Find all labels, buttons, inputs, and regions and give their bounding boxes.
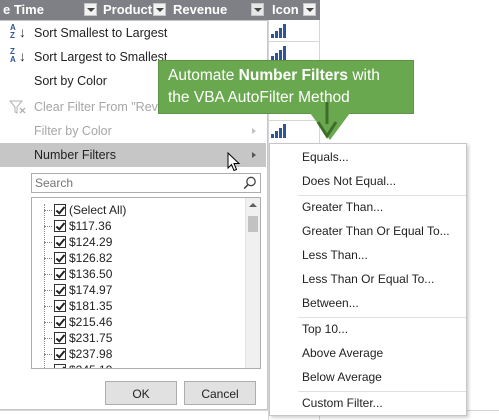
checkbox[interactable] (54, 252, 66, 264)
tree-connector (44, 354, 52, 355)
submenu-greater-than-or-equal[interactable]: Greater Than Or Equal To... (302, 220, 450, 242)
filter-dropdown-product[interactable] (153, 3, 166, 16)
submenu-top-10[interactable]: Top 10... (302, 318, 348, 340)
tree-connector (44, 306, 52, 307)
checkbox[interactable] (54, 284, 66, 296)
grid-line (268, 41, 320, 42)
submenu-equals[interactable]: Equals... (302, 146, 349, 168)
list-item-label: $136.50 (69, 267, 113, 281)
filter-dropdown-revenue[interactable] (251, 3, 264, 16)
checkbox[interactable] (54, 332, 66, 344)
table-header-row: e Time Product Revenue Icon (0, 0, 320, 20)
list-item-label: $117.36 (69, 219, 112, 233)
filter-dropdown-icon[interactable] (303, 3, 316, 16)
sort-descending-icon: Z A ↓ (10, 47, 26, 64)
submenu-above-average[interactable]: Above Average (302, 342, 383, 364)
checkbox[interactable] (54, 316, 66, 328)
tree-connector (44, 210, 52, 211)
tree-connector (44, 290, 52, 291)
tree-connector (44, 322, 52, 323)
submenu-less-than-or-equal[interactable]: Less Than Or Equal To... (302, 268, 434, 290)
search-field[interactable] (31, 173, 261, 193)
checkbox[interactable] (54, 348, 66, 360)
vertical-scrollbar[interactable] (245, 198, 260, 368)
tree-connector (44, 226, 52, 227)
submenu-does-not-equal[interactable]: Does Not Equal... (302, 170, 396, 192)
chevron-right-icon (252, 128, 256, 134)
search-input[interactable] (32, 174, 238, 192)
scroll-up-icon[interactable] (249, 203, 257, 207)
number-filters-submenu: Equals... Does Not Equal... Greater Than… (269, 143, 467, 416)
list-item-label: $231.75 (69, 331, 113, 345)
cancel-button[interactable]: Cancel (184, 381, 256, 405)
mouse-cursor-icon (227, 152, 241, 172)
checkbox[interactable] (54, 220, 66, 232)
list-item-label: $174.97 (69, 283, 113, 297)
list-item-label: $124.29 (69, 235, 113, 249)
checkbox[interactable] (54, 300, 66, 312)
checkbox[interactable] (54, 236, 66, 248)
clear-filter-icon (8, 100, 26, 114)
checkbox[interactable] (54, 204, 66, 216)
list-item-label: $181.35 (69, 299, 113, 313)
chevron-right-icon (252, 152, 256, 158)
checkbox[interactable] (54, 268, 66, 280)
sort-ascending-item[interactable]: A Z ↓ Sort Smallest to Largest (0, 21, 266, 45)
tree-connector (44, 338, 52, 339)
scroll-thumb[interactable] (248, 216, 258, 232)
submenu-below-average[interactable]: Below Average (302, 366, 382, 388)
submenu-custom-filter[interactable]: Custom Filter... (302, 392, 383, 414)
sparkline-icon (271, 24, 289, 38)
submenu-greater-than[interactable]: Greater Than... (302, 196, 383, 218)
sort-ascending-icon: A Z ↓ (10, 23, 26, 40)
search-icon[interactable] (243, 176, 257, 190)
filter-by-color-item[interactable]: Filter by Color (0, 119, 266, 143)
list-item-label: (Select All) (69, 203, 127, 217)
tree-connector (44, 204, 45, 368)
list-item-label: $245.19 (69, 362, 112, 368)
arrow-down-icon (316, 102, 338, 139)
sparkline-icon (271, 46, 289, 60)
filter-dropdown-time[interactable] (84, 3, 97, 16)
callout-banner: Automate Number Filters with the VBA Aut… (158, 60, 414, 114)
submenu-between[interactable]: Between... (302, 292, 359, 314)
ok-button[interactable]: OK (105, 381, 177, 405)
list-item-label: $237.98 (69, 347, 113, 361)
tree-connector (44, 258, 52, 259)
list-item-label: $126.82 (69, 251, 113, 265)
list-item-label: $215.46 (69, 315, 113, 329)
checkbox[interactable] (54, 364, 66, 368)
filter-value-list: (Select All) $117.36 $124.29 $126.82 $136.50… (31, 197, 261, 369)
tree-connector (44, 242, 52, 243)
sparkline-icon (271, 124, 289, 138)
tree-connector (44, 274, 52, 275)
submenu-less-than[interactable]: Less Than... (302, 244, 368, 266)
